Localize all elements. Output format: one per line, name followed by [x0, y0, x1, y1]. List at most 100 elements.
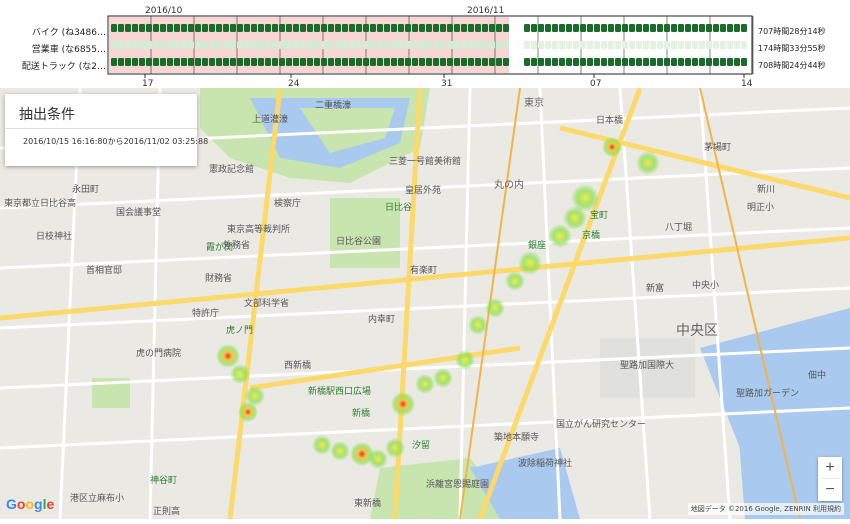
timeline-bar — [426, 24, 432, 32]
timeline-bar — [370, 41, 376, 49]
timeline-bar — [440, 41, 446, 49]
timeline-bar — [272, 58, 278, 66]
timeline-bar — [468, 41, 474, 49]
timeline-chart[interactable] — [0, 0, 850, 90]
timeline-bar — [251, 58, 257, 66]
timeline-bar — [391, 41, 397, 49]
map-label: 文部科学省 — [244, 299, 290, 309]
timeline-bar — [244, 24, 250, 32]
timeline-bar — [538, 24, 544, 32]
map-label: 日比谷 — [385, 203, 413, 213]
timeline-bar — [566, 41, 572, 49]
timeline-bar — [706, 24, 712, 32]
map-label: 特許庁 — [192, 309, 220, 319]
timeline-bar — [643, 58, 649, 66]
row-total: 174時間33分55秒 — [758, 44, 826, 53]
timeline-bar — [650, 24, 656, 32]
timeline-bar — [286, 58, 292, 66]
timeline-bar — [356, 58, 362, 66]
map-label: 銀座 — [528, 241, 547, 251]
timeline-bar — [615, 41, 621, 49]
timeline-bar — [223, 58, 229, 66]
plus-icon: + — [825, 459, 835, 476]
timeline-bar — [181, 58, 187, 66]
timeline-bar — [671, 41, 677, 49]
timeline-bar — [433, 41, 439, 49]
timeline-bar — [153, 24, 159, 32]
zoom-out-button[interactable]: − — [818, 479, 842, 501]
map-label: 西新橋 — [284, 361, 312, 371]
timeline-bar — [160, 24, 166, 32]
timeline-bar — [524, 58, 530, 66]
map-attribution[interactable]: 地図データ ©2016 Google, ZENRIN 利用規約 — [687, 503, 844, 515]
map-label: 憲政記念館 — [209, 165, 255, 175]
timeline-bar — [321, 58, 327, 66]
timeline-bar — [552, 58, 558, 66]
timeline-bar — [419, 41, 425, 49]
timeline-bar — [629, 41, 635, 49]
timeline-bar — [552, 24, 558, 32]
timeline-bar — [405, 58, 411, 66]
map-label: 汐留 — [412, 441, 431, 451]
timeline-bar — [258, 58, 264, 66]
timeline-bar — [328, 24, 334, 32]
timeline-bar — [727, 58, 733, 66]
timeline-bar — [377, 58, 383, 66]
map-label: 正則高 — [153, 507, 181, 517]
timeline-bar — [265, 24, 271, 32]
map-label: 財務省 — [205, 274, 233, 284]
map-label: 日枝神社 — [36, 232, 73, 242]
timeline-bar — [300, 58, 306, 66]
minus-icon: − — [825, 481, 835, 498]
timeline-bar — [419, 58, 425, 66]
timeline-bar — [608, 41, 614, 49]
timeline-bar — [713, 41, 719, 49]
map-label: 上道灌濠 — [252, 115, 289, 125]
timeline-bar — [622, 24, 628, 32]
timeline-bar — [671, 24, 677, 32]
timeline-bar — [608, 58, 614, 66]
timeline-bar — [118, 41, 124, 49]
map-label: 国立がん研究センター — [556, 420, 647, 430]
timeline-bar — [531, 41, 537, 49]
timeline-bar — [174, 24, 180, 32]
map-label: 検察庁 — [274, 199, 302, 209]
timeline-bar — [202, 24, 208, 32]
map-label: 新橋 — [352, 409, 371, 419]
timeline-bar — [601, 24, 607, 32]
timeline-bar — [251, 24, 257, 32]
timeline-bar — [279, 58, 285, 66]
timeline-bar — [279, 24, 285, 32]
timeline-bar — [440, 58, 446, 66]
timeline-bar — [146, 24, 152, 32]
google-logo: Google — [6, 496, 55, 512]
timeline-bar — [636, 41, 642, 49]
timeline-bar — [216, 41, 222, 49]
zoom-in-button[interactable]: + — [818, 457, 842, 479]
timeline-bar — [293, 58, 299, 66]
timeline-bar — [643, 24, 649, 32]
timeline-bar — [475, 41, 481, 49]
timeline-bar — [538, 58, 544, 66]
timeline-bar — [566, 24, 572, 32]
timeline-bar — [412, 41, 418, 49]
timeline-bar — [314, 24, 320, 32]
timeline-bar — [468, 58, 474, 66]
timeline-bar — [706, 58, 712, 66]
timeline-bar — [573, 58, 579, 66]
timeline-bar — [531, 24, 537, 32]
timeline-bar — [111, 24, 117, 32]
timeline-bar — [391, 58, 397, 66]
timeline-bar — [342, 24, 348, 32]
timeline-bar — [461, 58, 467, 66]
timeline-bar — [216, 24, 222, 32]
timeline-bar — [342, 41, 348, 49]
timeline-bar — [636, 58, 642, 66]
timeline-bar — [496, 24, 502, 32]
timeline-bar — [139, 58, 145, 66]
map-label: 首相官邸 — [86, 266, 123, 276]
timeline-bar — [300, 41, 306, 49]
conditions-title: 抽出条件 — [19, 107, 75, 123]
timeline-bar — [139, 41, 145, 49]
timeline-bar — [405, 24, 411, 32]
